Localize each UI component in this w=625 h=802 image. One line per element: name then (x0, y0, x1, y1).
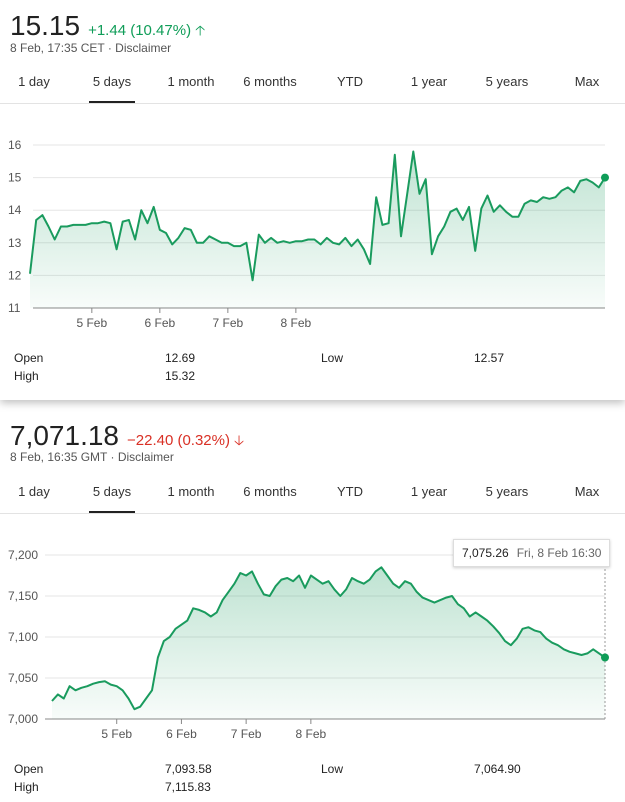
high-label: High (14, 369, 39, 383)
price-area (30, 151, 605, 308)
tab-max[interactable]: Max (567, 471, 607, 513)
tab-ytd[interactable]: YTD (330, 471, 370, 513)
high-value: 7,115.83 (165, 780, 211, 794)
low-label: Low (321, 351, 344, 365)
tab-6-months[interactable]: 6 months (236, 61, 304, 103)
y-tick-label: 7,000 (8, 712, 38, 726)
tooltip-value: 7,075.26 (462, 546, 509, 560)
current-price: 7,071.18 (10, 420, 119, 451)
disclaimer-link[interactable]: Disclaimer (115, 41, 171, 55)
range-tabs: 1 day 5 days 1 month 6 months YTD 1 year 5 yea… (0, 61, 625, 104)
quote-header: 15.15 +1.44 (10.47%) 🡡 (10, 10, 205, 44)
low-label: Low (321, 762, 344, 776)
x-tick-label: 5 Feb (76, 316, 107, 330)
last-point-marker (601, 653, 609, 662)
high-value: 15.32 (165, 369, 196, 383)
quote-header: 7,071.18 −22.40 (0.32%) 🡣 (10, 420, 244, 454)
timestamp: 8 Feb, 17:35 CET (10, 41, 105, 55)
arrow-down-icon: 🡣 (234, 432, 245, 448)
y-tick-label: 16 (8, 138, 22, 152)
chart-tooltip: 7,075.26 Fri, 8 Feb 16:30 (453, 539, 611, 567)
open-label: Open (14, 351, 44, 365)
x-tick-label: 7 Feb (231, 727, 262, 741)
quote-meta: 8 Feb, 17:35 CET · Disclaimer (10, 41, 172, 55)
tab-5-days[interactable]: 5 days (89, 61, 135, 103)
x-tick-label: 8 Feb (296, 727, 327, 741)
stock-panel-2: 7,071.18 −22.40 (0.32%) 🡣 8 Feb, 16:35 GM… (0, 400, 625, 802)
arrow-up-icon: 🡡 (195, 22, 206, 38)
x-tick-label: 5 Feb (101, 727, 132, 741)
tab-1-month[interactable]: 1 month (161, 61, 221, 103)
y-tick-label: 13 (8, 236, 22, 250)
range-tabs: 1 day 5 days 1 month 6 months YTD 1 year 5 yea… (0, 471, 625, 514)
x-tick-label: 6 Feb (144, 316, 175, 330)
high-label: High (14, 780, 39, 794)
tab-1-day[interactable]: 1 day (8, 471, 60, 513)
price-change-value: +1.44 (10.47%) (88, 22, 192, 39)
timestamp: 8 Feb, 16:35 GMT (10, 450, 108, 464)
tab-5-years[interactable]: 5 years (479, 471, 535, 513)
low-value: 7,064.90 (474, 762, 521, 776)
y-tick-label: 11 (8, 301, 21, 315)
tab-5-years[interactable]: 5 years (479, 61, 535, 103)
tab-1-day[interactable]: 1 day (8, 61, 60, 103)
tab-max[interactable]: Max (567, 61, 607, 103)
open-value: 12.69 (165, 351, 196, 365)
tab-6-months[interactable]: 6 months (236, 471, 304, 513)
quote-meta: 8 Feb, 16:35 GMT · Disclaimer (10, 450, 174, 464)
low-value: 12.57 (474, 351, 505, 365)
y-tick-label: 14 (8, 203, 22, 217)
x-tick-label: 7 Feb (213, 316, 244, 330)
tab-ytd[interactable]: YTD (330, 61, 370, 103)
open-value: 7,093.58 (165, 762, 212, 776)
y-tick-label: 7,050 (8, 671, 38, 685)
price-change-value: −22.40 (0.32%) (127, 432, 230, 449)
x-tick-label: 8 Feb (281, 316, 312, 330)
current-price: 15.15 (10, 10, 81, 41)
tab-1-month[interactable]: 1 month (161, 471, 221, 513)
disclaimer-link[interactable]: Disclaimer (118, 450, 174, 464)
y-tick-label: 7,100 (8, 630, 38, 644)
y-tick-label: 7,150 (8, 589, 38, 603)
last-point-marker (601, 173, 609, 182)
open-label: Open (14, 762, 44, 776)
stock-panel-1: 15.15 +1.44 (10.47%) 🡡 8 Feb, 17:35 CET ·… (0, 0, 625, 400)
price-area (52, 567, 605, 719)
y-tick-label: 7,200 (8, 548, 38, 562)
tab-1-year[interactable]: 1 year (405, 61, 453, 103)
tab-5-days[interactable]: 5 days (89, 471, 135, 513)
tab-1-year[interactable]: 1 year (405, 471, 453, 513)
price-chart[interactable]: 11 12 13 14 15 16 5 Feb 6 Feb 7 Feb 8 Feb (0, 104, 625, 344)
x-tick-label: 6 Feb (166, 727, 197, 741)
y-tick-label: 12 (8, 268, 22, 282)
tooltip-date: Fri, 8 Feb 16:30 (516, 546, 602, 560)
y-tick-label: 15 (8, 171, 22, 185)
